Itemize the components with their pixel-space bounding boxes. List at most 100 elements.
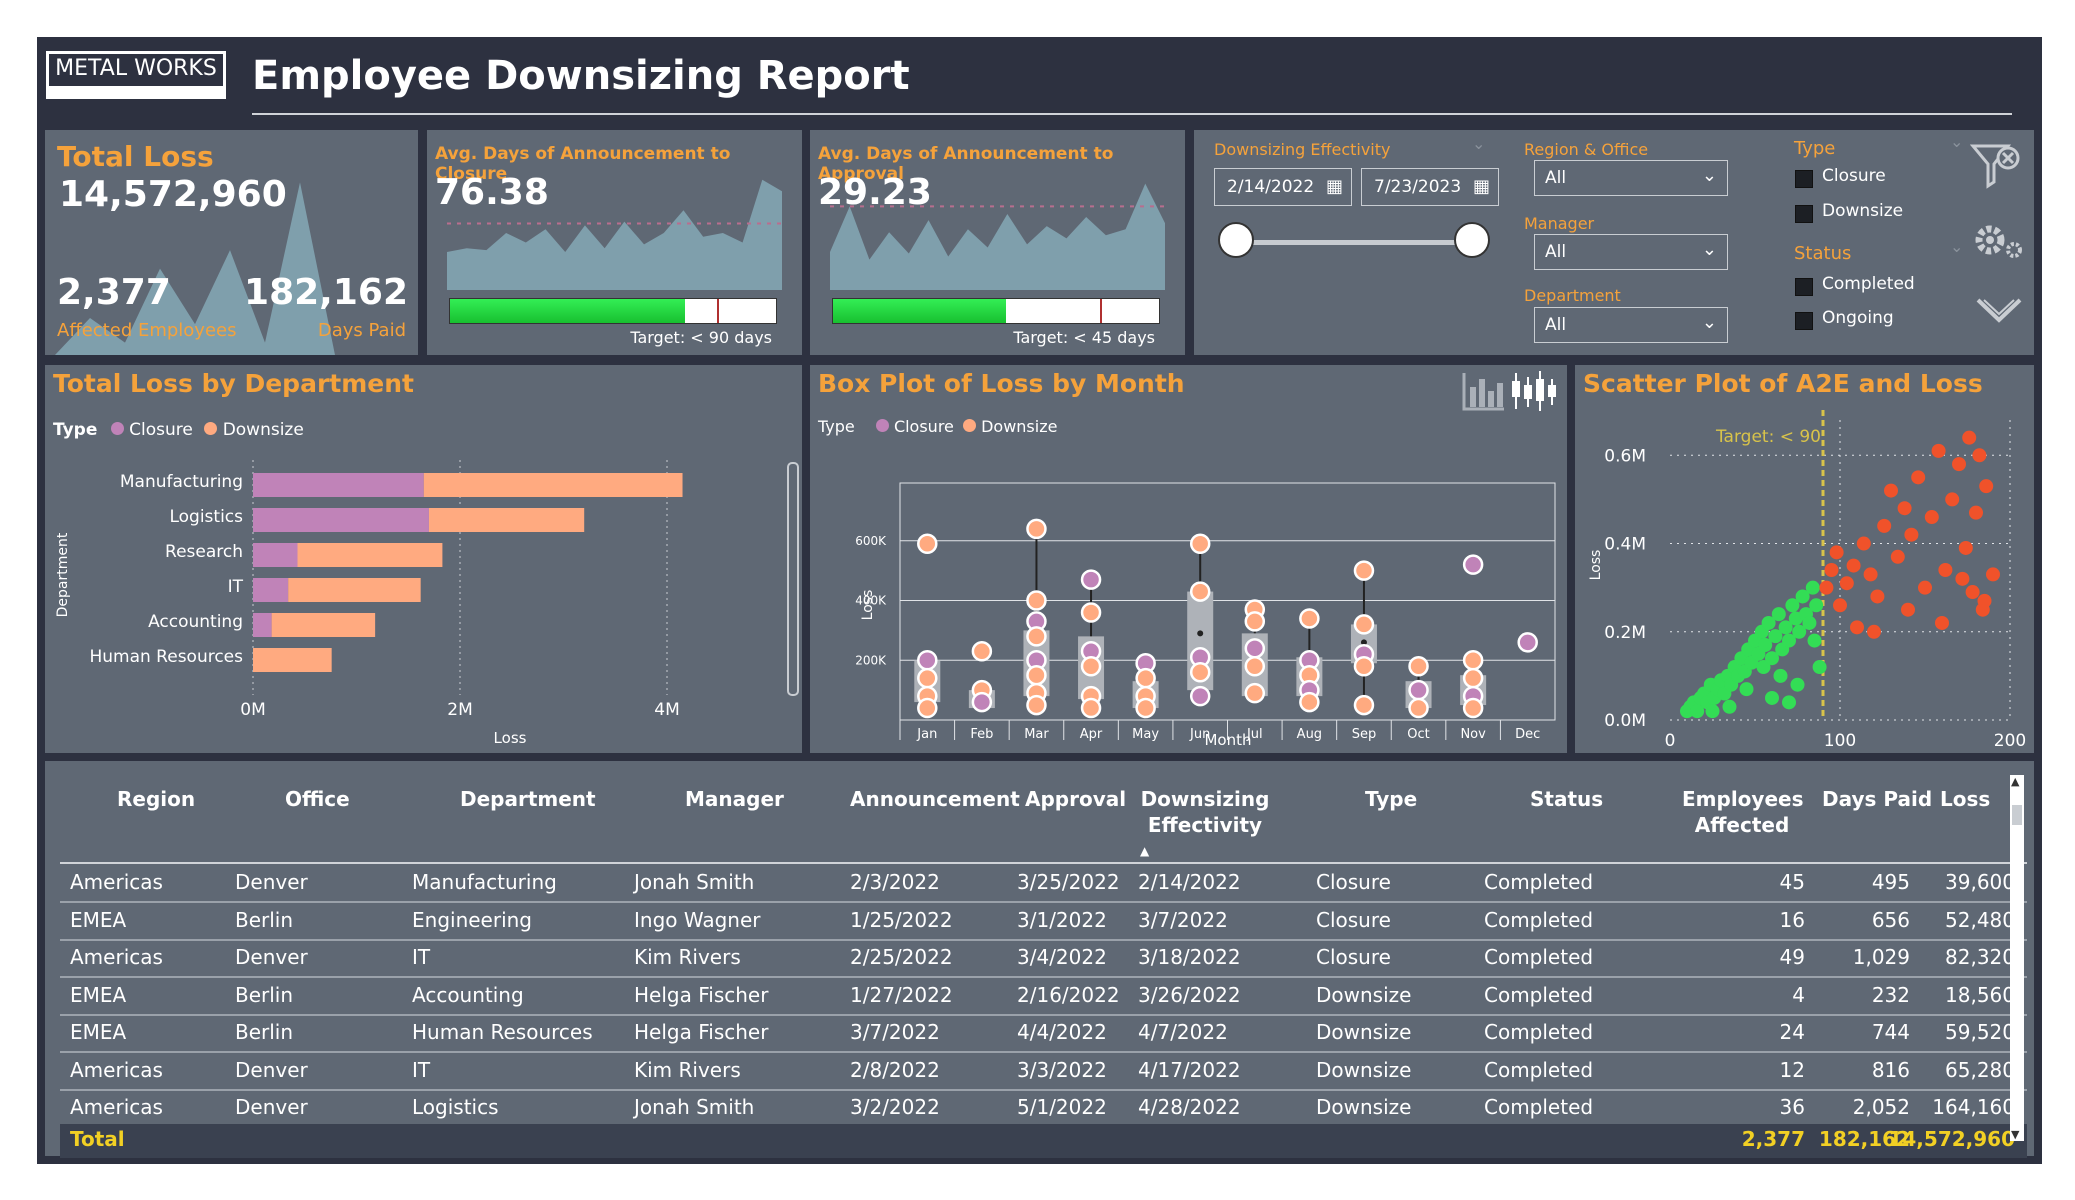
scatter-point (1901, 602, 1915, 617)
effectivity-collapse-chevron-icon[interactable]: ⌄ (1472, 134, 1485, 153)
table-cell-department: Manufacturing (412, 870, 557, 894)
table-cell-office: Berlin (235, 982, 294, 1007)
table-cell-type: Closure (1316, 907, 1391, 932)
table-cell-department: Human Resources (412, 1020, 593, 1044)
kpi-total-loss-card[interactable]: Total Loss 14,572,960 2,377 Affected Emp… (45, 130, 418, 355)
table-total-label: Total (70, 1127, 125, 1151)
box-month-label: Jun (1189, 727, 1210, 742)
table-cell-announcement: 1/25/2022 (850, 907, 953, 932)
scatter-point (1812, 660, 1827, 675)
table-cell-region: EMEA (70, 907, 127, 932)
column-header-region[interactable]: Region (117, 786, 195, 812)
type-closure-checkbox[interactable] (1795, 170, 1813, 188)
column-header-announcement[interactable]: Announcement (850, 786, 1020, 812)
department-dropdown[interactable]: All ⌄ (1534, 307, 1728, 343)
column-header-employees[interactable]: Employees Affected (1682, 786, 1803, 838)
table-cell-region: Americas (70, 870, 163, 894)
table-cell-employees: 4 (1792, 982, 1805, 1007)
box-point (917, 697, 938, 719)
gear-icon[interactable] (1972, 222, 2028, 262)
table-total-row: Total 2,377 182,162 14,572,960 (60, 1124, 2027, 1158)
type-downsize-label: Downsize (1822, 201, 1904, 221)
table-scrollbar[interactable]: ▲ ▼ (2010, 775, 2024, 1141)
box-point (1026, 664, 1047, 686)
status-ongoing-checkbox[interactable] (1795, 312, 1813, 330)
logo: METAL WORKS (46, 51, 226, 99)
table-cell-approval: 3/25/2022 (1017, 870, 1120, 894)
table-cell-loss: 39,600 (1945, 870, 2015, 894)
end-date-input[interactable]: 7/23/2023 ▦ (1361, 168, 1499, 206)
table-cell-loss: 65,280 (1945, 1057, 2015, 1082)
dept-category-label: IT (228, 577, 244, 597)
column-header-office[interactable]: Office (285, 786, 350, 812)
box-month-label: Dec (1515, 727, 1540, 742)
box-point (1026, 518, 1047, 540)
scroll-up-icon[interactable]: ▲ (2011, 775, 2019, 788)
dept-chart-scrollbar[interactable] (787, 462, 799, 696)
start-date-input[interactable]: 2/14/2022 ▦ (1214, 168, 1352, 206)
table-cell-department: IT (412, 945, 431, 969)
scatter-y-tick: 0.0M (1604, 711, 1646, 731)
box-month-label: Nov (1460, 727, 1486, 742)
table-row[interactable]: Americas Denver Logistics Jonah Smith 3/2/20… (60, 1089, 2027, 1128)
box-point (1189, 581, 1211, 602)
date-slider-end-handle[interactable] (1454, 222, 1490, 258)
sort-ascending-icon[interactable]: ▲ (1140, 844, 1149, 858)
clear-filter-icon[interactable] (1970, 142, 2022, 190)
table-row[interactable]: EMEA Berlin Engineering Ingo Wagner 1/25/202… (60, 902, 2027, 941)
column-header-status[interactable]: Status (1530, 786, 1603, 812)
table-cell-status: Completed (1484, 870, 1594, 894)
scatter-chart: 0.0M0.2M0.4M0.6M0100200Target: < 90Annou… (1588, 410, 2026, 751)
column-header-department[interactable]: Department (460, 786, 596, 812)
status-completed-checkbox[interactable] (1795, 278, 1813, 296)
column-header-manager[interactable]: Manager (685, 786, 784, 812)
scatter-point (1722, 699, 1737, 714)
table-row[interactable]: EMEA Berlin Accounting Helga Fischer 1/27/20… (60, 977, 2027, 1016)
dept-bar-downsize (423, 473, 683, 497)
box-point (1244, 682, 1266, 704)
column-header-effectivity[interactable]: Downsizing Effectivity (1130, 786, 1280, 838)
scatter-point (1863, 567, 1878, 582)
table-cell-office: Denver (235, 945, 308, 969)
manager-dropdown[interactable]: All ⌄ (1534, 234, 1728, 270)
table-cell-effectivity: 4/28/2022 (1138, 1095, 1241, 1119)
scroll-thumb[interactable] (2012, 805, 2022, 825)
end-date-value: 7/23/2023 (1374, 177, 1462, 197)
scatter-point (1918, 580, 1932, 595)
table-row[interactable]: Americas Denver IT Kim Rivers 2/8/2022 3/3/20… (60, 1052, 2027, 1091)
kpi-approval-card[interactable]: Avg. Days of Announcement to Approval 29… (810, 130, 1185, 355)
type-downsize-checkbox[interactable] (1795, 205, 1813, 223)
scatter-point (1805, 580, 1820, 595)
table-cell-announcement: 1/27/2022 (850, 982, 953, 1007)
date-slider-track[interactable] (1239, 240, 1475, 245)
kpi-closure-card[interactable]: Avg. Days of Announcement to Closure 76.… (427, 130, 802, 355)
column-header-days[interactable]: Days Paid (1822, 786, 1932, 812)
box-month-label: Feb (970, 727, 993, 742)
table-cell-office: Berlin (235, 1020, 294, 1044)
type-collapse-chevron-icon[interactable]: ⌄ (1950, 132, 1963, 151)
manager-label: Manager (1524, 214, 1595, 233)
scatter-x-tick: 0 (1665, 731, 1676, 751)
column-header-type[interactable]: Type (1365, 786, 1417, 812)
column-header-approval[interactable]: Approval (1025, 786, 1126, 812)
table-row[interactable]: Americas Denver IT Kim Rivers 2/25/2022 3/4/2… (60, 939, 2027, 978)
column-header-loss[interactable]: Loss (1940, 786, 1990, 812)
box-point (1189, 533, 1211, 555)
table-cell-employees: 49 (1779, 945, 1805, 969)
scatter-point (1839, 576, 1854, 591)
scatter-point (1911, 470, 1926, 485)
scroll-down-icon[interactable]: ▼ (2011, 1128, 2019, 1141)
box-month-label: Mar (1024, 727, 1049, 742)
region-dropdown[interactable]: All ⌄ (1534, 160, 1728, 196)
box-point (1135, 697, 1156, 719)
table-row[interactable]: Americas Denver Manufacturing Jonah Smith 2/… (60, 864, 2027, 903)
chevron-down-icon[interactable] (1974, 292, 2024, 328)
box-point (971, 691, 993, 713)
status-collapse-chevron-icon[interactable]: ⌄ (1950, 237, 1963, 256)
dept-chart-panel: Total Loss by Department Type Closure Do… (45, 365, 802, 753)
date-slider-start-handle[interactable] (1218, 222, 1254, 258)
table-row[interactable]: EMEA Berlin Human Resources Helga Fischer 3/… (60, 1014, 2027, 1053)
table-cell-type: Closure (1316, 945, 1391, 969)
table-cell-approval: 2/16/2022 (1017, 982, 1120, 1007)
table-cell-effectivity: 3/18/2022 (1138, 945, 1241, 969)
